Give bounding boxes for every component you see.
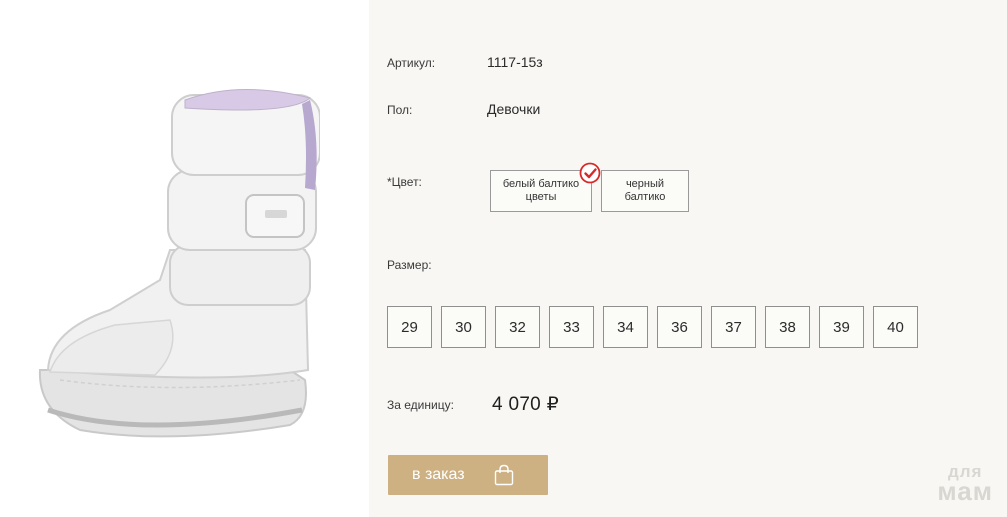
- size-selector: 29 30 32 33 34 36 37 38 39 40: [387, 306, 918, 348]
- selected-check-icon: [579, 162, 601, 184]
- color-option-label: черный балтико: [624, 178, 666, 203]
- color-label: *Цвет:: [387, 175, 422, 189]
- product-image: [38, 89, 320, 438]
- color-option-label: белый балтико цветы: [502, 178, 580, 203]
- product-image-pane: [0, 0, 369, 517]
- size-label: Размер:: [387, 258, 432, 272]
- article-value: 1117-15з: [487, 54, 543, 70]
- watermark-line-2: мам: [937, 475, 993, 506]
- add-to-order-label: в заказ: [412, 466, 465, 483]
- size-option-29[interactable]: 29: [387, 306, 432, 348]
- shopping-bag-icon: [494, 464, 514, 486]
- price-label: За единицу:: [387, 398, 454, 412]
- add-to-order-button[interactable]: в заказ: [388, 455, 548, 495]
- product-info-pane: Артикул: 1117-15з Пол: Девочки *Цвет: бе…: [369, 0, 1007, 517]
- size-option-39[interactable]: 39: [819, 306, 864, 348]
- size-option-40[interactable]: 40: [873, 306, 918, 348]
- gender-value: Девочки: [487, 101, 541, 117]
- size-option-34[interactable]: 34: [603, 306, 648, 348]
- article-label: Артикул:: [387, 56, 436, 70]
- color-option-white[interactable]: белый балтико цветы: [490, 162, 601, 212]
- size-option-33[interactable]: 33: [549, 306, 594, 348]
- size-option-30[interactable]: 30: [441, 306, 486, 348]
- size-option-36[interactable]: 36: [657, 306, 702, 348]
- price-value: 4 070 ₽: [492, 394, 560, 415]
- size-option-32[interactable]: 32: [495, 306, 540, 348]
- color-option-black[interactable]: черный балтико: [601, 170, 689, 212]
- gender-label: Пол:: [387, 103, 413, 117]
- size-option-38[interactable]: 38: [765, 306, 810, 348]
- size-option-37[interactable]: 37: [711, 306, 756, 348]
- watermark-logo: для мам: [937, 463, 993, 506]
